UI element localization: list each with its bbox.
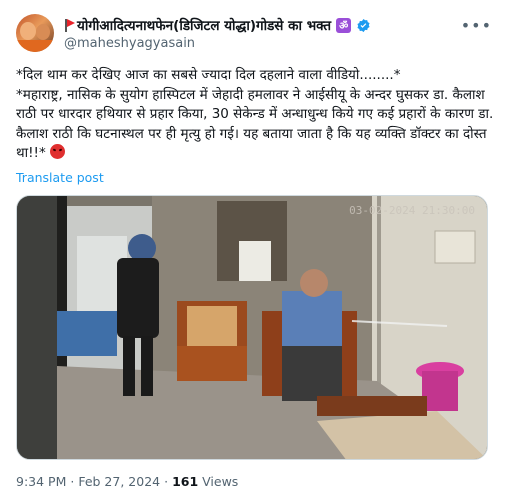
author-display-name[interactable]: योगीआदित्यनाथफेन(डिजिटल योद्धा)गोडसे का … <box>77 16 331 34</box>
avatar[interactable] <box>16 14 54 52</box>
post-card: योगीआदित्यनाथफेन(डिजिटल योद्धा)गोडसे का … <box>0 0 510 496</box>
verified-badge-icon <box>357 18 370 32</box>
more-options-icon[interactable]: ••• <box>461 16 492 35</box>
post-text: *दिल थाम कर देखिए आज का सबसे ज्यादा दिल … <box>16 66 494 164</box>
video-timestamp: 03-02-2024 21:30:00 <box>349 204 475 217</box>
author-name-line[interactable]: योगीआदित्यनाथफेन(डिजिटल योद्धा)गोडसे का … <box>64 16 371 34</box>
angry-face-icon <box>50 144 65 159</box>
meta-separator-1: · <box>70 474 75 489</box>
video-player[interactable]: 03-02-2024 21:30:00 <box>16 195 488 460</box>
views-count: 161 <box>172 474 199 489</box>
post-date[interactable]: Feb 27, 2024 <box>78 474 160 489</box>
views-label: Views <box>202 474 239 489</box>
meta-separator-2: · <box>164 474 169 489</box>
video-frame <box>17 196 487 459</box>
translate-post-link[interactable]: Translate post <box>16 170 104 185</box>
author-handle[interactable]: @maheshyagyasain <box>64 36 195 51</box>
post-text-line2-content: *महाराष्ट्र, नासिक के सुयोग हास्पिटल में… <box>16 86 494 162</box>
flag-icon <box>64 18 75 32</box>
post-meta: 9:34 PM · Feb 27, 2024 · 161 Views <box>16 474 238 489</box>
om-badge-icon: ॐ <box>336 17 352 33</box>
post-header: योगीआदित्यनाथफेन(डिजिटल योद्धा)गोडसे का … <box>16 14 494 58</box>
post-text-line1: *दिल थाम कर देखिए आज का सबसे ज्यादा दिल … <box>16 67 401 83</box>
post-time[interactable]: 9:34 PM <box>16 474 66 489</box>
post-text-line2: *महाराष्ट्र, नासिक के सुयोग हास्पिटल में… <box>16 86 494 164</box>
